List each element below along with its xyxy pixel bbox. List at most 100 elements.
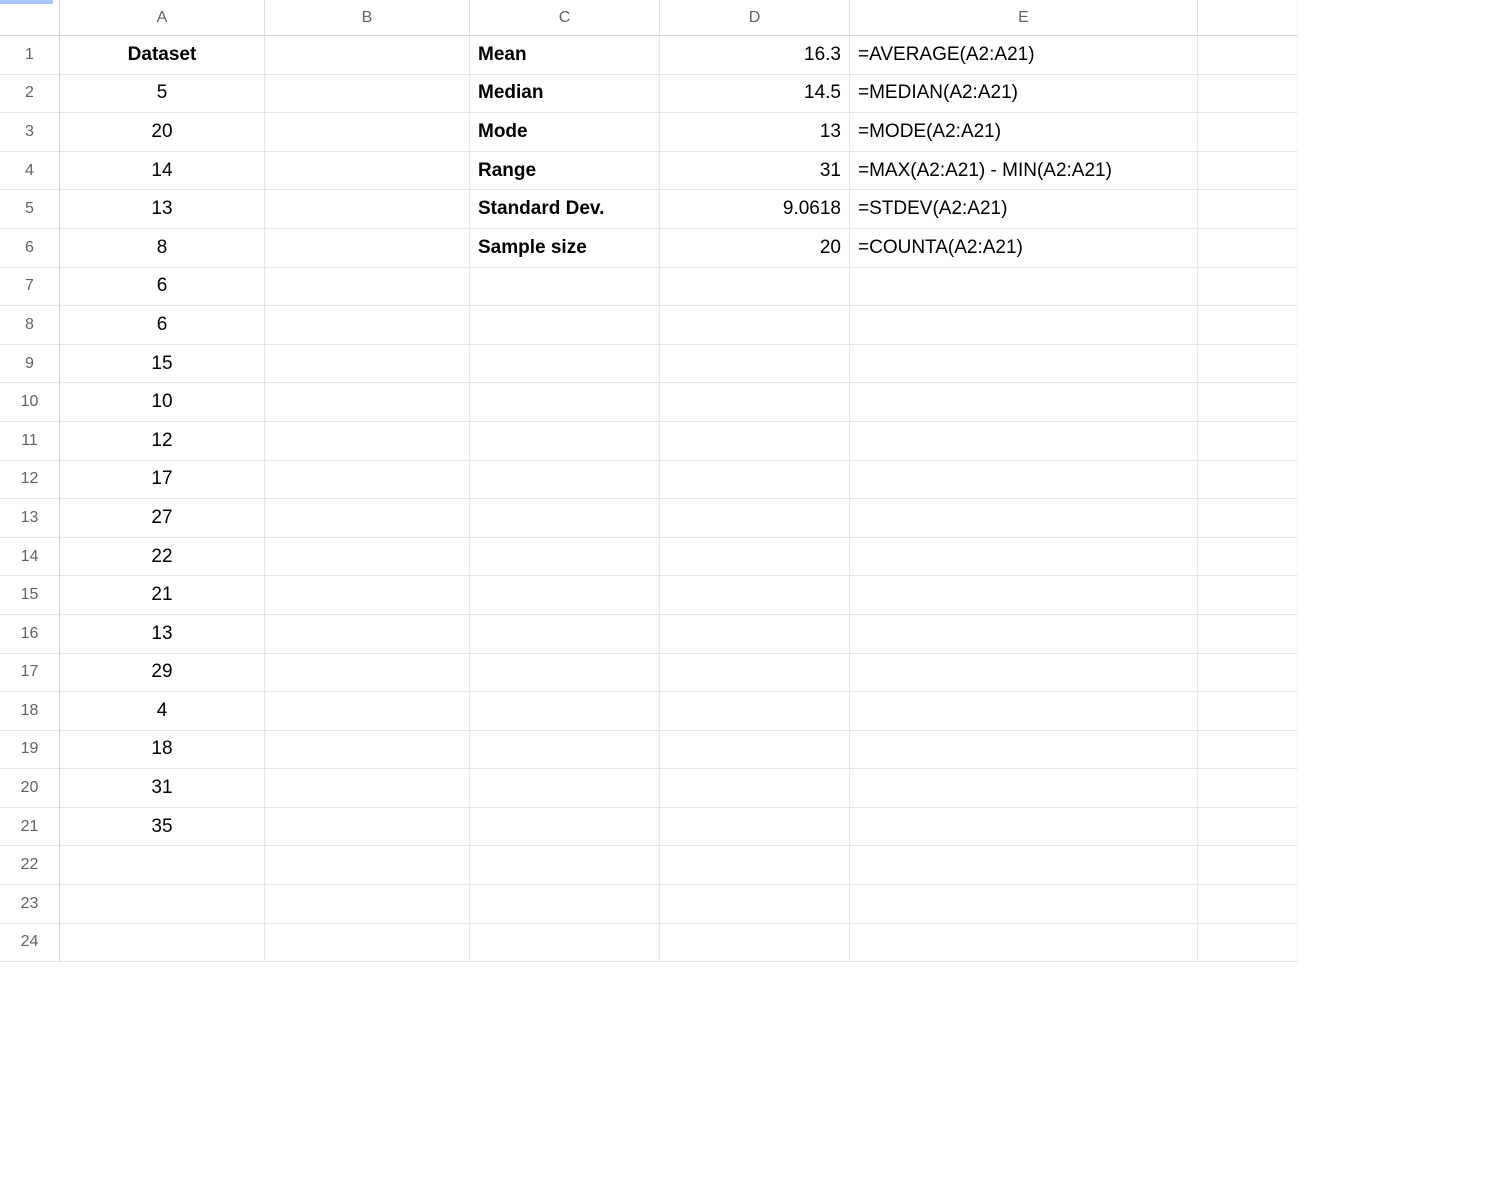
cell-D22[interactable] <box>660 846 850 885</box>
row-header-20[interactable]: 20 <box>0 769 60 808</box>
cell-E8[interactable] <box>850 306 1198 345</box>
cell-B2[interactable] <box>265 75 470 114</box>
spreadsheet-grid[interactable]: ABCDE1DatasetMean16.3=AVERAGE(A2:A21)25M… <box>0 0 1490 962</box>
cell-A12[interactable]: 17 <box>60 461 265 500</box>
cell-B20[interactable] <box>265 769 470 808</box>
row-header-17[interactable]: 17 <box>0 654 60 693</box>
cell-E13[interactable] <box>850 499 1198 538</box>
cell-A16[interactable]: 13 <box>60 615 265 654</box>
cell-E24[interactable] <box>850 924 1198 963</box>
cell-D8[interactable] <box>660 306 850 345</box>
cell-C15[interactable] <box>470 576 660 615</box>
cell-B19[interactable] <box>265 731 470 770</box>
cell-F22[interactable] <box>1198 846 1298 885</box>
cell-B21[interactable] <box>265 808 470 847</box>
cell-C21[interactable] <box>470 808 660 847</box>
cell-D19[interactable] <box>660 731 850 770</box>
row-header-13[interactable]: 13 <box>0 499 60 538</box>
cell-B8[interactable] <box>265 306 470 345</box>
cell-E17[interactable] <box>850 654 1198 693</box>
row-header-22[interactable]: 22 <box>0 846 60 885</box>
cell-E15[interactable] <box>850 576 1198 615</box>
cell-D12[interactable] <box>660 461 850 500</box>
cell-E23[interactable] <box>850 885 1198 924</box>
cell-D24[interactable] <box>660 924 850 963</box>
cell-D17[interactable] <box>660 654 850 693</box>
cell-B13[interactable] <box>265 499 470 538</box>
cell-B3[interactable] <box>265 113 470 152</box>
cell-F24[interactable] <box>1198 924 1298 963</box>
cell-E12[interactable] <box>850 461 1198 500</box>
cell-B22[interactable] <box>265 846 470 885</box>
cell-C6[interactable]: Sample size <box>470 229 660 268</box>
row-header-7[interactable]: 7 <box>0 268 60 307</box>
cell-A18[interactable]: 4 <box>60 692 265 731</box>
row-header-21[interactable]: 21 <box>0 808 60 847</box>
cell-A15[interactable]: 21 <box>60 576 265 615</box>
cell-A4[interactable]: 14 <box>60 152 265 191</box>
column-header-B[interactable]: B <box>265 0 470 36</box>
cell-F8[interactable] <box>1198 306 1298 345</box>
cell-A6[interactable]: 8 <box>60 229 265 268</box>
cell-F21[interactable] <box>1198 808 1298 847</box>
cell-B1[interactable] <box>265 36 470 75</box>
cell-D13[interactable] <box>660 499 850 538</box>
cell-D14[interactable] <box>660 538 850 577</box>
cell-B14[interactable] <box>265 538 470 577</box>
cell-D23[interactable] <box>660 885 850 924</box>
column-header-D[interactable]: D <box>660 0 850 36</box>
cell-C20[interactable] <box>470 769 660 808</box>
cell-C12[interactable] <box>470 461 660 500</box>
cell-E9[interactable] <box>850 345 1198 384</box>
cell-A19[interactable]: 18 <box>60 731 265 770</box>
cell-E10[interactable] <box>850 383 1198 422</box>
row-header-5[interactable]: 5 <box>0 190 60 229</box>
row-header-9[interactable]: 9 <box>0 345 60 384</box>
column-header-C[interactable]: C <box>470 0 660 36</box>
cell-E16[interactable] <box>850 615 1198 654</box>
cell-A5[interactable]: 13 <box>60 190 265 229</box>
cell-D2[interactable]: 14.5 <box>660 75 850 114</box>
row-header-18[interactable]: 18 <box>0 692 60 731</box>
cell-A23[interactable] <box>60 885 265 924</box>
cell-F11[interactable] <box>1198 422 1298 461</box>
cell-C9[interactable] <box>470 345 660 384</box>
cell-C3[interactable]: Mode <box>470 113 660 152</box>
cell-C2[interactable]: Median <box>470 75 660 114</box>
row-header-8[interactable]: 8 <box>0 306 60 345</box>
cell-C18[interactable] <box>470 692 660 731</box>
cell-B17[interactable] <box>265 654 470 693</box>
cell-B10[interactable] <box>265 383 470 422</box>
cell-F7[interactable] <box>1198 268 1298 307</box>
row-header-6[interactable]: 6 <box>0 229 60 268</box>
cell-B7[interactable] <box>265 268 470 307</box>
row-header-11[interactable]: 11 <box>0 422 60 461</box>
cell-C11[interactable] <box>470 422 660 461</box>
row-header-1[interactable]: 1 <box>0 36 60 75</box>
cell-C23[interactable] <box>470 885 660 924</box>
cell-A3[interactable]: 20 <box>60 113 265 152</box>
cell-D4[interactable]: 31 <box>660 152 850 191</box>
cell-C22[interactable] <box>470 846 660 885</box>
cell-B18[interactable] <box>265 692 470 731</box>
cell-C19[interactable] <box>470 731 660 770</box>
cell-E1[interactable]: =AVERAGE(A2:A21) <box>850 36 1198 75</box>
column-header-extra[interactable] <box>1198 0 1298 36</box>
cell-B5[interactable] <box>265 190 470 229</box>
cell-F6[interactable] <box>1198 229 1298 268</box>
cell-A17[interactable]: 29 <box>60 654 265 693</box>
cell-A14[interactable]: 22 <box>60 538 265 577</box>
cell-C1[interactable]: Mean <box>470 36 660 75</box>
cell-F20[interactable] <box>1198 769 1298 808</box>
cell-B23[interactable] <box>265 885 470 924</box>
row-header-23[interactable]: 23 <box>0 885 60 924</box>
cell-B12[interactable] <box>265 461 470 500</box>
cell-E20[interactable] <box>850 769 1198 808</box>
cell-F15[interactable] <box>1198 576 1298 615</box>
row-header-12[interactable]: 12 <box>0 461 60 500</box>
cell-B6[interactable] <box>265 229 470 268</box>
cell-F23[interactable] <box>1198 885 1298 924</box>
row-header-3[interactable]: 3 <box>0 113 60 152</box>
cell-B16[interactable] <box>265 615 470 654</box>
column-header-E[interactable]: E <box>850 0 1198 36</box>
